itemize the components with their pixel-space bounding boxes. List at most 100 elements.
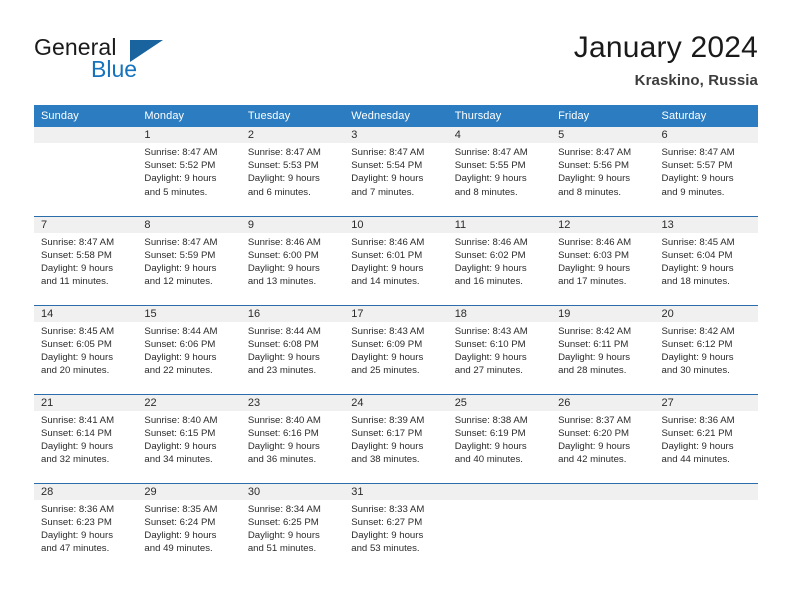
day-cell[interactable]: 6 Sunrise: 8:47 AM Sunset: 5:57 PM Dayli… [654, 127, 758, 216]
day-number: 14 [34, 305, 138, 322]
day-number: 20 [654, 305, 758, 322]
sunset-text: Sunset: 6:12 PM [661, 338, 733, 350]
day-details: Sunrise: 8:46 AM Sunset: 6:01 PM Dayligh… [344, 233, 447, 289]
daylight-text-line1: Daylight: 9 hours [454, 440, 527, 452]
sunset-text: Sunset: 6:02 PM [454, 249, 526, 261]
day-details: Sunrise: 8:45 AM Sunset: 6:04 PM Dayligh… [655, 233, 758, 289]
day-cell[interactable]: 9 Sunrise: 8:46 AM Sunset: 6:00 PM Dayli… [240, 215, 345, 305]
sunset-text: Sunset: 6:05 PM [41, 338, 112, 350]
day-number: 5 [551, 127, 655, 143]
day-cell[interactable]: 12 Sunrise: 8:46 AM Sunset: 6:03 PM Dayl… [551, 215, 655, 305]
sunrise-text: Sunrise: 8:47 AM [351, 147, 425, 158]
day-cell[interactable]: 11 Sunrise: 8:46 AM Sunset: 6:02 PM Dayl… [447, 215, 552, 305]
daylight-text-line2: and 53 minutes. [351, 543, 420, 555]
day-cell[interactable]: 1 Sunrise: 8:47 AM Sunset: 5:52 PM Dayli… [137, 127, 241, 216]
sunset-text: Sunset: 6:00 PM [247, 249, 319, 261]
daylight-text-line1: Daylight: 9 hours [351, 440, 424, 452]
daylight-text-line2: and 11 minutes. [41, 276, 109, 288]
sunset-text: Sunset: 6:27 PM [351, 516, 423, 528]
day-cell[interactable]: 23 Sunrise: 8:40 AM Sunset: 6:16 PM Dayl… [240, 393, 345, 483]
sunset-text: Sunset: 6:19 PM [454, 427, 526, 439]
daylight-text-line2: and 47 minutes. [41, 543, 110, 555]
day-cell[interactable]: 29 Sunrise: 8:35 AM Sunset: 6:24 PM Dayl… [137, 482, 241, 572]
day-details: Sunrise: 8:35 AM Sunset: 6:24 PM Dayligh… [137, 500, 240, 556]
calendar-week-row: 14 Sunrise: 8:45 AM Sunset: 6:05 PM Dayl… [34, 304, 758, 394]
day-cell[interactable]: 17 Sunrise: 8:43 AM Sunset: 6:09 PM Dayl… [344, 304, 448, 394]
day-number: 12 [551, 216, 655, 233]
day-details: Sunrise: 8:47 AM Sunset: 5:54 PM Dayligh… [344, 143, 447, 199]
day-details: Sunrise: 8:47 AM Sunset: 5:56 PM Dayligh… [551, 143, 654, 199]
sunrise-text: Sunrise: 8:37 AM [558, 414, 632, 426]
day-cell[interactable]: 18 Sunrise: 8:43 AM Sunset: 6:10 PM Dayl… [447, 304, 552, 394]
daylight-text-line2: and 8 minutes. [558, 186, 622, 198]
page-title: January 2024 [573, 31, 758, 64]
daylight-text-line2: and 44 minutes. [661, 454, 730, 466]
daylight-text-line2: and 30 minutes. [661, 365, 730, 377]
day-details: Sunrise: 8:47 AM Sunset: 5:55 PM Dayligh… [448, 143, 551, 199]
day-number: 15 [137, 305, 241, 322]
day-cell[interactable] [34, 127, 138, 216]
day-details: Sunrise: 8:47 AM Sunset: 5:59 PM Dayligh… [137, 233, 240, 289]
calendar-page: General Blue January 2024 Kraskino, Russ… [0, 0, 792, 612]
sunset-text: Sunset: 5:52 PM [144, 160, 216, 172]
sunset-text: Sunset: 5:57 PM [661, 160, 733, 172]
daylight-text-line1: Daylight: 9 hours [247, 529, 320, 541]
day-cell[interactable]: 16 Sunrise: 8:44 AM Sunset: 6:08 PM Dayl… [240, 304, 345, 394]
day-number: 7 [34, 216, 138, 233]
daylight-text-line1: Daylight: 9 hours [558, 262, 631, 274]
daylight-text-line1: Daylight: 9 hours [558, 351, 631, 363]
day-cell[interactable]: 25 Sunrise: 8:38 AM Sunset: 6:19 PM Dayl… [447, 393, 552, 483]
day-details: Sunrise: 8:39 AM Sunset: 6:17 PM Dayligh… [344, 411, 447, 467]
day-cell[interactable]: 7 Sunrise: 8:47 AM Sunset: 5:58 PM Dayli… [34, 215, 138, 305]
day-cell[interactable]: 3 Sunrise: 8:47 AM Sunset: 5:54 PM Dayli… [344, 127, 448, 216]
day-cell[interactable]: 28 Sunrise: 8:36 AM Sunset: 6:23 PM Dayl… [34, 482, 138, 572]
day-cell[interactable]: 15 Sunrise: 8:44 AM Sunset: 6:06 PM Dayl… [137, 304, 241, 394]
day-number: 17 [344, 305, 448, 322]
daylight-text-line2: and 49 minutes. [144, 543, 213, 555]
sunrise-text: Sunrise: 8:35 AM [144, 503, 218, 515]
day-cell[interactable]: 19 Sunrise: 8:42 AM Sunset: 6:11 PM Dayl… [551, 304, 655, 394]
day-number [654, 483, 758, 500]
daylight-text-line1: Daylight: 9 hours [144, 173, 217, 185]
day-cell[interactable]: 14 Sunrise: 8:45 AM Sunset: 6:05 PM Dayl… [34, 304, 138, 394]
daylight-text-line1: Daylight: 9 hours [247, 173, 320, 185]
day-number: 11 [447, 216, 552, 233]
day-cell[interactable]: 30 Sunrise: 8:34 AM Sunset: 6:25 PM Dayl… [240, 482, 345, 572]
day-number: 22 [137, 394, 241, 411]
sunrise-text: Sunrise: 8:33 AM [351, 503, 425, 515]
sunrise-text: Sunrise: 8:47 AM [41, 236, 115, 248]
day-cell[interactable]: 2 Sunrise: 8:47 AM Sunset: 5:53 PM Dayli… [240, 127, 345, 216]
day-cell[interactable]: 31 Sunrise: 8:33 AM Sunset: 6:27 PM Dayl… [344, 482, 448, 572]
sunset-text: Sunset: 6:21 PM [661, 427, 733, 439]
day-cell[interactable]: 24 Sunrise: 8:39 AM Sunset: 6:17 PM Dayl… [344, 393, 448, 483]
daylight-text-line1: Daylight: 9 hours [661, 440, 734, 452]
sunset-text: Sunset: 6:01 PM [351, 249, 423, 261]
day-cell[interactable]: 26 Sunrise: 8:37 AM Sunset: 6:20 PM Dayl… [551, 393, 655, 483]
daylight-text-line1: Daylight: 9 hours [558, 440, 631, 452]
daylight-text-line2: and 14 minutes. [351, 276, 420, 288]
day-cell[interactable] [551, 482, 655, 572]
daylight-text-line1: Daylight: 9 hours [41, 262, 113, 274]
day-details: Sunrise: 8:46 AM Sunset: 6:02 PM Dayligh… [448, 233, 551, 289]
day-cell[interactable]: 27 Sunrise: 8:36 AM Sunset: 6:21 PM Dayl… [654, 393, 758, 483]
day-cell[interactable]: 21 Sunrise: 8:41 AM Sunset: 6:14 PM Dayl… [34, 393, 138, 483]
day-cell[interactable]: 4 Sunrise: 8:47 AM Sunset: 5:55 PM Dayli… [447, 127, 552, 216]
day-cell[interactable]: 5 Sunrise: 8:47 AM Sunset: 5:56 PM Dayli… [551, 127, 655, 216]
day-cell[interactable]: 8 Sunrise: 8:47 AM Sunset: 5:59 PM Dayli… [137, 215, 241, 305]
sunrise-text: Sunrise: 8:42 AM [661, 325, 735, 337]
day-number: 4 [447, 127, 552, 143]
page-subtitle: Kraskino, Russia [634, 72, 758, 89]
day-cell[interactable] [654, 482, 758, 572]
day-cell[interactable]: 22 Sunrise: 8:40 AM Sunset: 6:15 PM Dayl… [137, 393, 241, 483]
sunrise-text: Sunrise: 8:45 AM [661, 236, 735, 248]
day-cell[interactable]: 13 Sunrise: 8:45 AM Sunset: 6:04 PM Dayl… [654, 215, 758, 305]
day-details: Sunrise: 8:38 AM Sunset: 6:19 PM Dayligh… [448, 411, 551, 467]
daylight-text-line2: and 28 minutes. [558, 365, 627, 377]
day-cell[interactable]: 20 Sunrise: 8:42 AM Sunset: 6:12 PM Dayl… [654, 304, 758, 394]
day-cell[interactable]: 10 Sunrise: 8:46 AM Sunset: 6:01 PM Dayl… [344, 215, 448, 305]
weekday-header-wednesday: Wednesday [344, 105, 448, 127]
daylight-text-line1: Daylight: 9 hours [351, 262, 424, 274]
weekday-header-tuesday: Tuesday [240, 105, 345, 127]
day-cell[interactable] [447, 482, 552, 572]
day-details: Sunrise: 8:47 AM Sunset: 5:53 PM Dayligh… [241, 143, 344, 199]
